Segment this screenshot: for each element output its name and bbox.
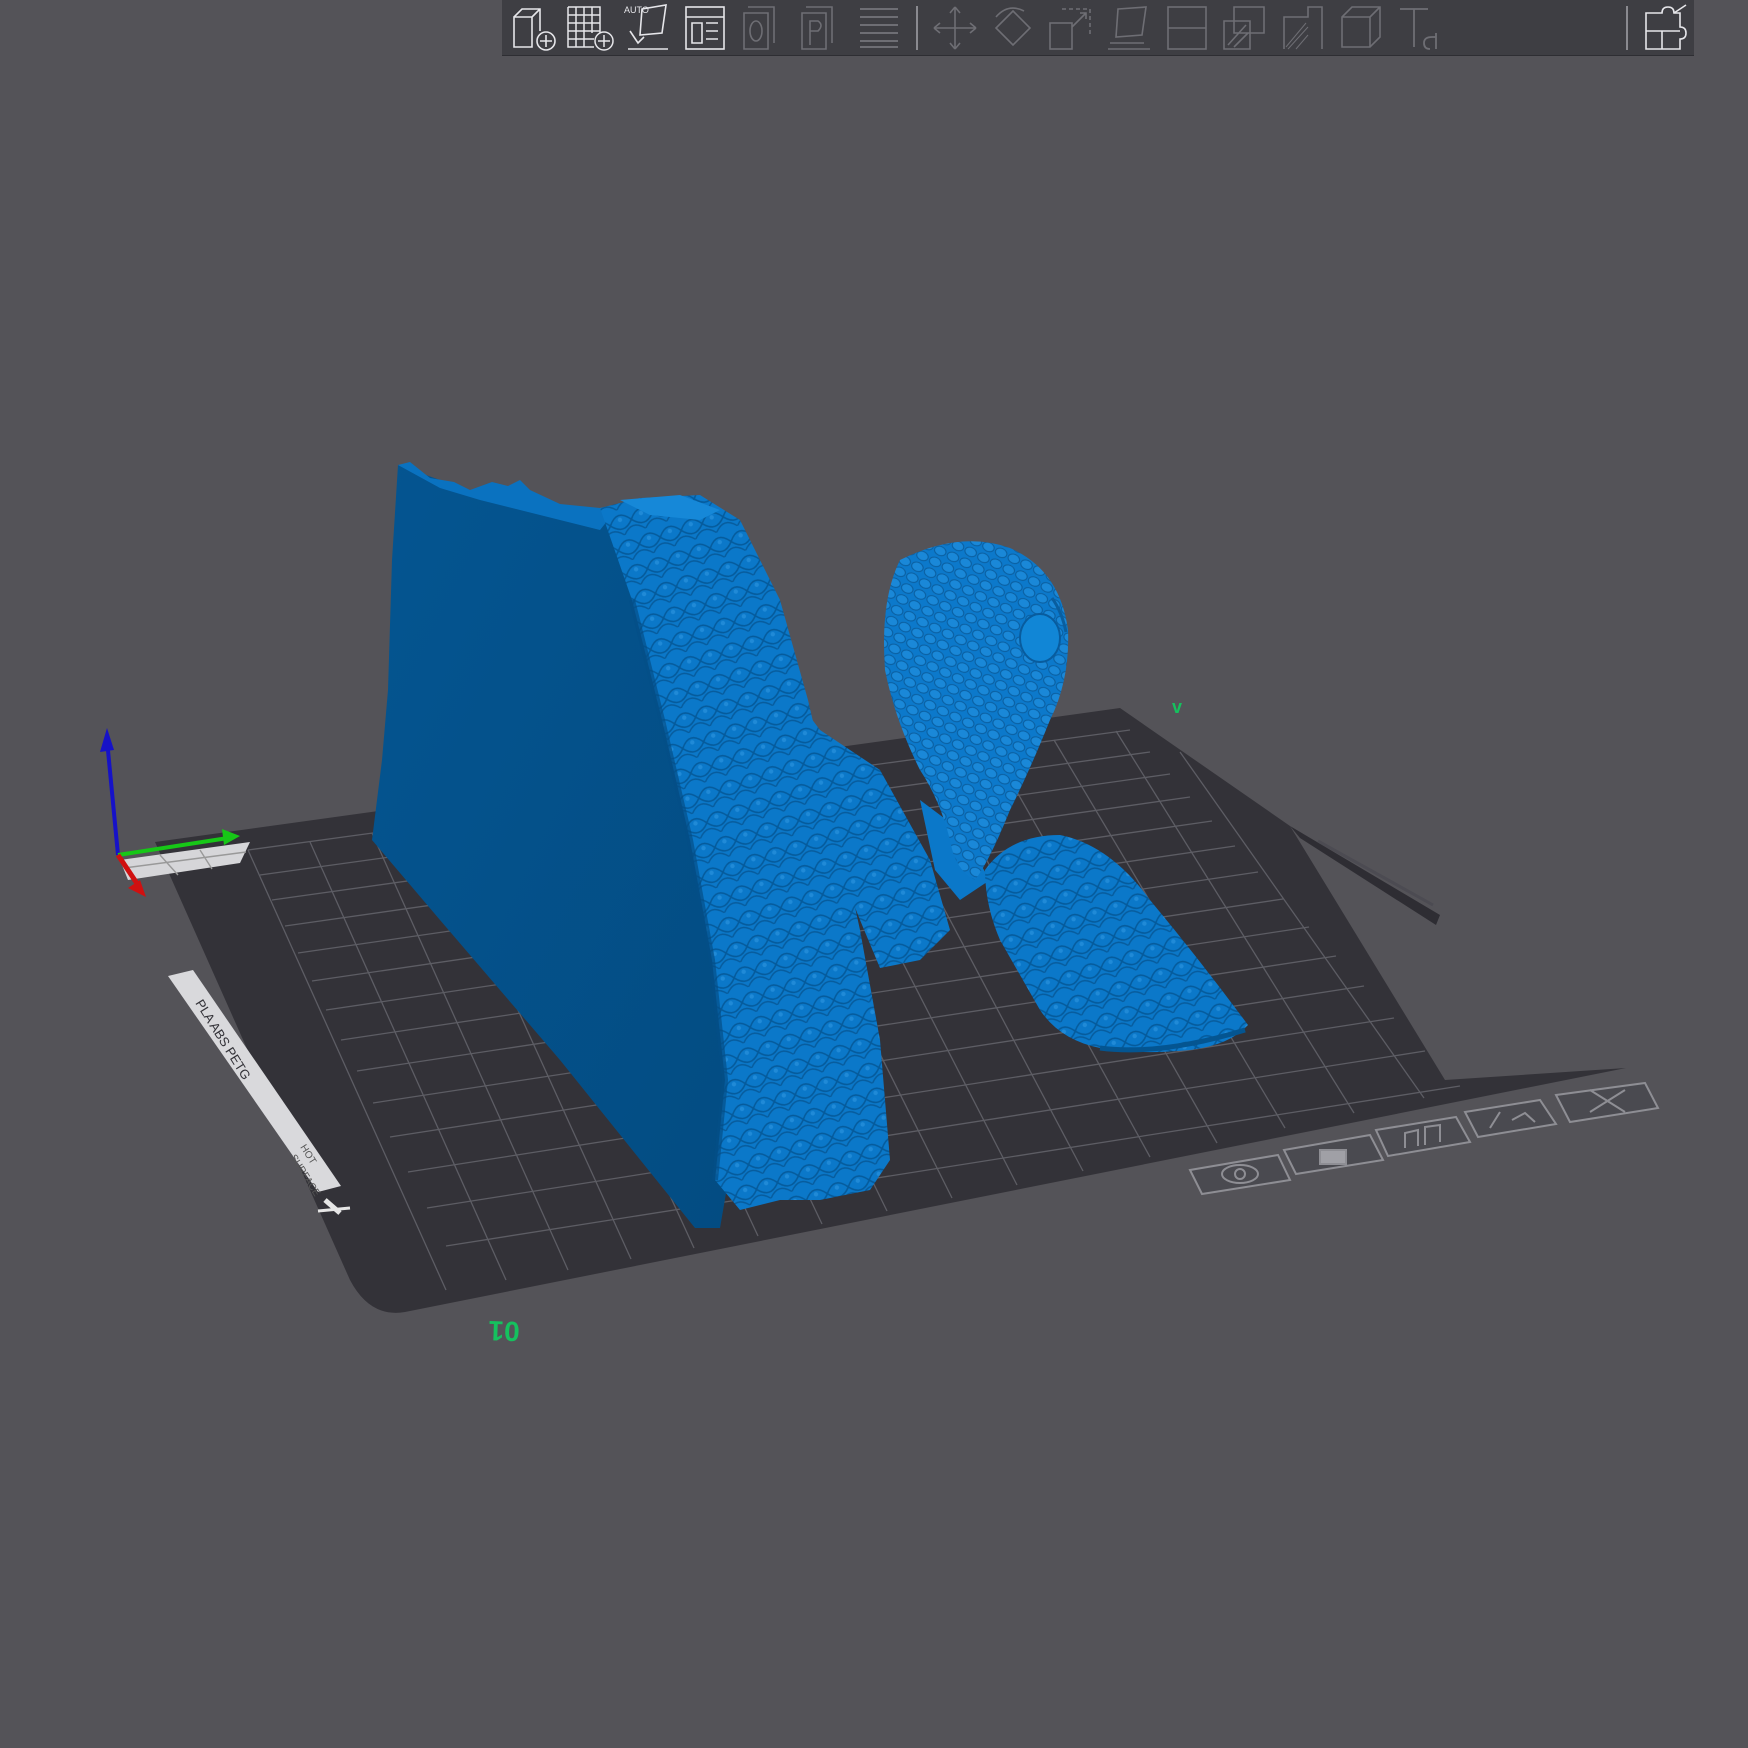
place-on-face-icon	[1108, 5, 1150, 50]
rotate-icon	[994, 6, 1032, 46]
scale-button[interactable]	[1042, 0, 1100, 55]
auto-orient-button[interactable]: AUTO	[618, 0, 676, 55]
bed-arrange-button[interactable]	[1374, 1115, 1472, 1158]
lock-icon	[1319, 1149, 1347, 1165]
paste-button[interactable]	[792, 0, 850, 55]
toolbar-separator	[916, 5, 918, 50]
arrange-grid-button[interactable]	[560, 0, 618, 55]
copy-button[interactable]	[734, 0, 792, 55]
add-object-button[interactable]	[502, 0, 560, 55]
text-button[interactable]	[1390, 0, 1448, 55]
axis-z	[105, 739, 120, 856]
text-icon	[1400, 7, 1437, 50]
layers-button[interactable]	[850, 0, 908, 55]
cut-button[interactable]	[1158, 0, 1216, 55]
bed-eye-button[interactable]	[1188, 1153, 1292, 1196]
cube-add-icon	[513, 7, 556, 51]
layout-icon	[685, 5, 725, 50]
scale-icon	[1049, 7, 1091, 50]
bed-lock-button[interactable]	[1282, 1133, 1385, 1176]
auto-orient-icon: AUTO	[624, 3, 668, 50]
bed-far-marker: v	[1172, 697, 1182, 717]
auto-label: AUTO	[624, 5, 649, 15]
seam-icon	[1283, 5, 1323, 49]
bed-near-marker: 01	[488, 1315, 520, 1347]
grid-add-icon	[567, 5, 614, 51]
3d-viewport[interactable]: PLA ABS PETG HOT SURFACE 01 v	[0, 0, 1748, 1748]
rotate-button[interactable]	[984, 0, 1042, 55]
top-toolbar: AUTO	[502, 0, 1694, 56]
copy-icon	[743, 5, 775, 50]
layout-button[interactable]	[676, 0, 734, 55]
hollow-button[interactable]	[1332, 0, 1390, 55]
seam-painting-button[interactable]	[1274, 0, 1332, 55]
cut-icon	[1167, 5, 1207, 50]
paint-supports-icon	[1223, 5, 1265, 50]
move-button[interactable]	[926, 0, 984, 55]
paste-icon	[801, 5, 833, 50]
paint-supports-button[interactable]	[1216, 0, 1274, 55]
bed-settings-button[interactable]	[1463, 1098, 1558, 1139]
toolbar-separator-2	[1626, 5, 1628, 50]
layers-icon	[860, 7, 898, 48]
puzzle-icon	[1645, 3, 1687, 50]
place-on-face-button[interactable]	[1100, 0, 1158, 55]
variable-layer-height-button[interactable]	[1636, 0, 1694, 55]
snake-eye	[1019, 613, 1061, 663]
move-icon	[933, 5, 977, 50]
bed-close-button[interactable]	[1554, 1081, 1660, 1124]
hollow-icon	[1341, 5, 1381, 48]
